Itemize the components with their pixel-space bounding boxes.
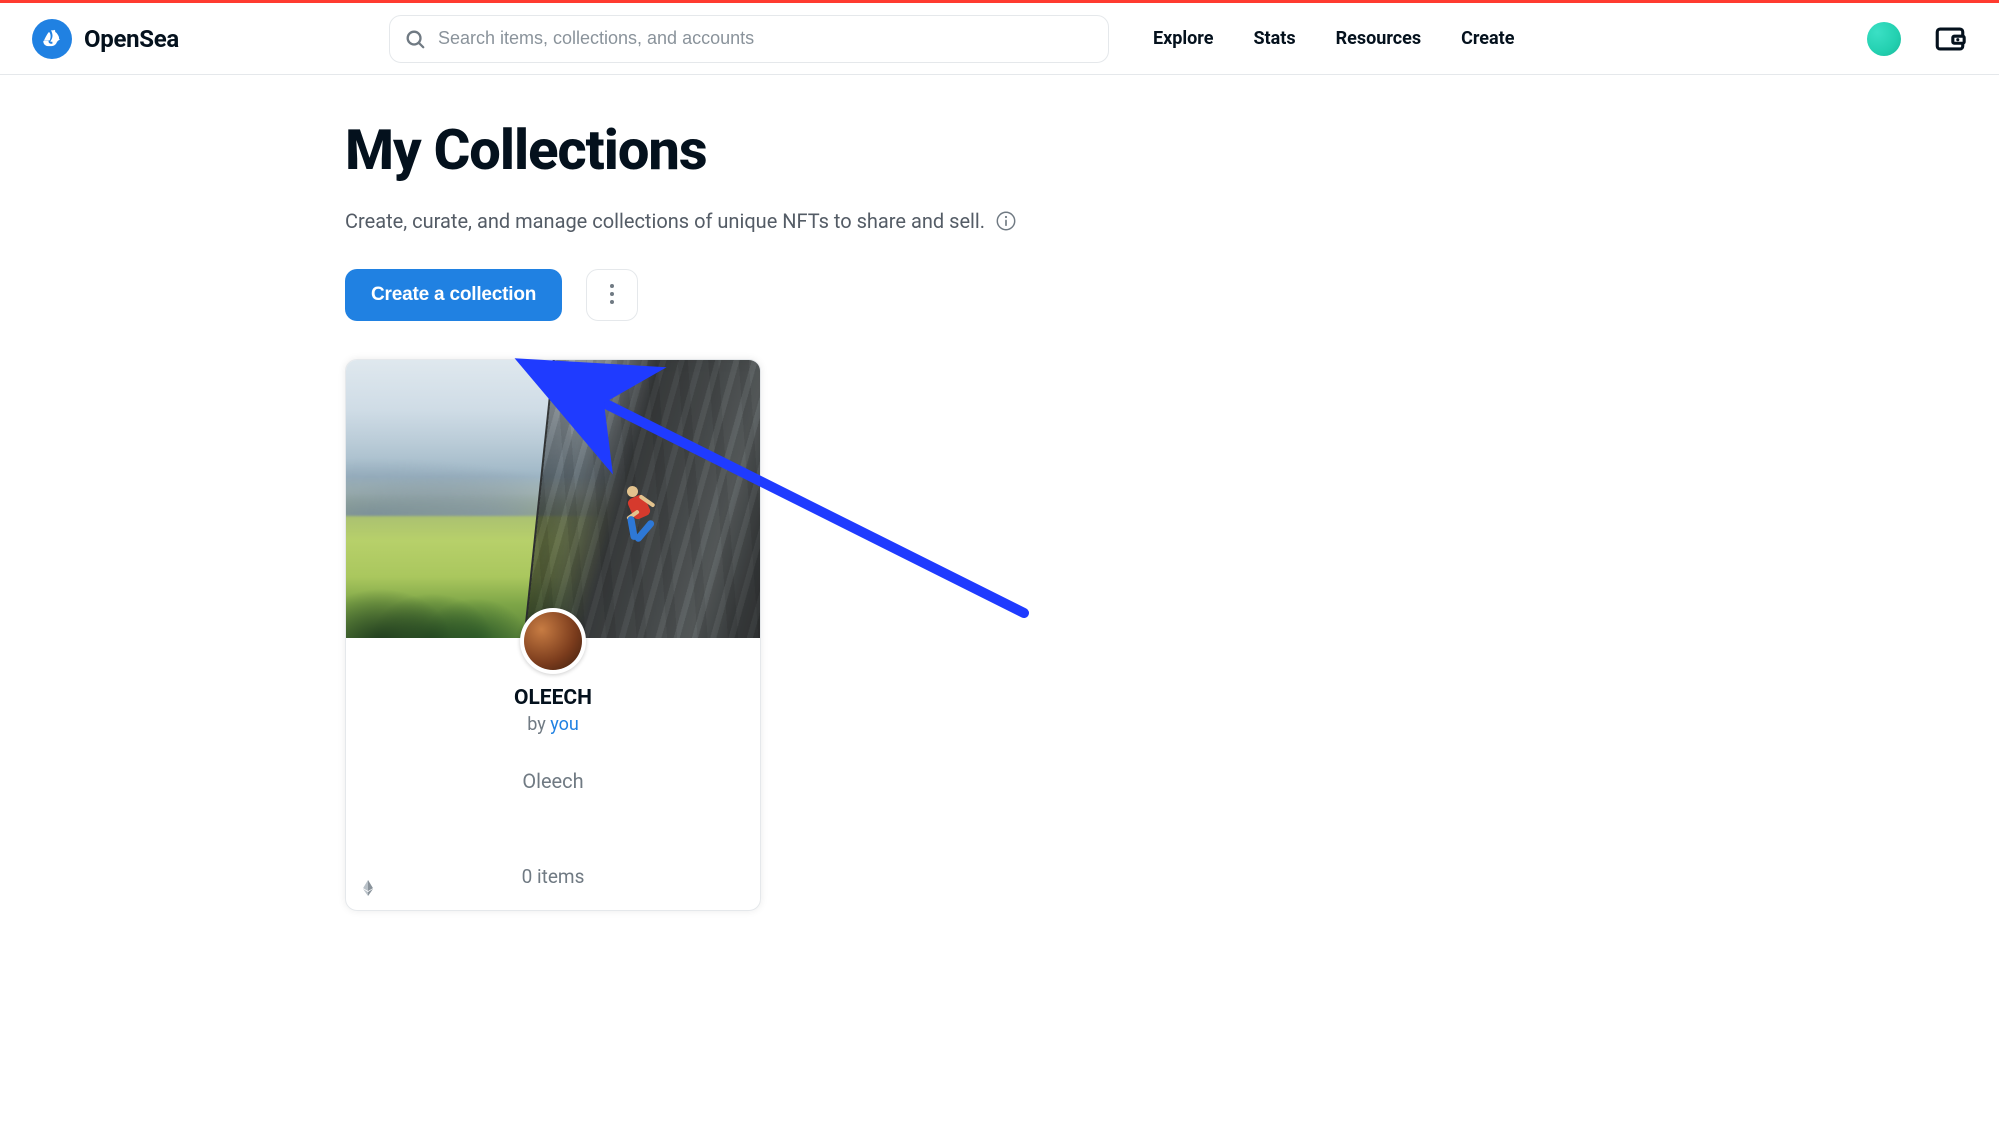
page-actions: Create a collection [345, 269, 1625, 321]
byline-prefix: by [527, 714, 550, 735]
brand-name: OpenSea [84, 25, 179, 53]
byline-author-link[interactable]: you [550, 714, 579, 735]
collection-card-body: OLEECH by you Oleech 0 items [346, 638, 760, 910]
search-bar[interactable] [389, 15, 1109, 63]
create-collection-button[interactable]: Create a collection [345, 269, 562, 321]
climber-figure [625, 488, 661, 558]
search-input[interactable] [438, 28, 1094, 49]
top-nav: OpenSea Explore Stats Resources Create [0, 3, 1999, 75]
collection-card[interactable]: OLEECH by you Oleech 0 items [345, 359, 761, 911]
kebab-icon [609, 283, 615, 308]
page-subtitle-text: Create, curate, and manage collections o… [345, 209, 985, 233]
more-actions-button[interactable] [586, 269, 638, 321]
collection-description: Oleech [366, 769, 740, 793]
wallet-icon[interactable] [1933, 22, 1967, 56]
nav-create[interactable]: Create [1461, 28, 1514, 49]
search-icon [404, 28, 426, 50]
brand[interactable]: OpenSea [32, 19, 179, 59]
info-icon[interactable] [995, 210, 1017, 232]
collection-cover-image [346, 360, 760, 638]
account-avatar[interactable] [1867, 22, 1901, 56]
page-title: My Collections [345, 117, 1625, 183]
nav-right [1867, 22, 1967, 56]
collection-item-count: 0 items [366, 865, 740, 888]
page: My Collections Create, curate, and manag… [0, 75, 1999, 911]
opensea-logo-icon [32, 19, 72, 59]
page-subtitle: Create, curate, and manage collections o… [345, 209, 1625, 233]
page-container: My Collections Create, curate, and manag… [345, 117, 1625, 911]
collection-name: OLEECH [366, 686, 740, 710]
nav-resources[interactable]: Resources [1336, 28, 1422, 49]
nav-stats[interactable]: Stats [1253, 28, 1295, 49]
ethereum-icon [360, 880, 376, 896]
primary-nav: Explore Stats Resources Create [1153, 28, 1515, 49]
collection-byline: by you [366, 714, 740, 735]
nav-explore[interactable]: Explore [1153, 28, 1213, 49]
